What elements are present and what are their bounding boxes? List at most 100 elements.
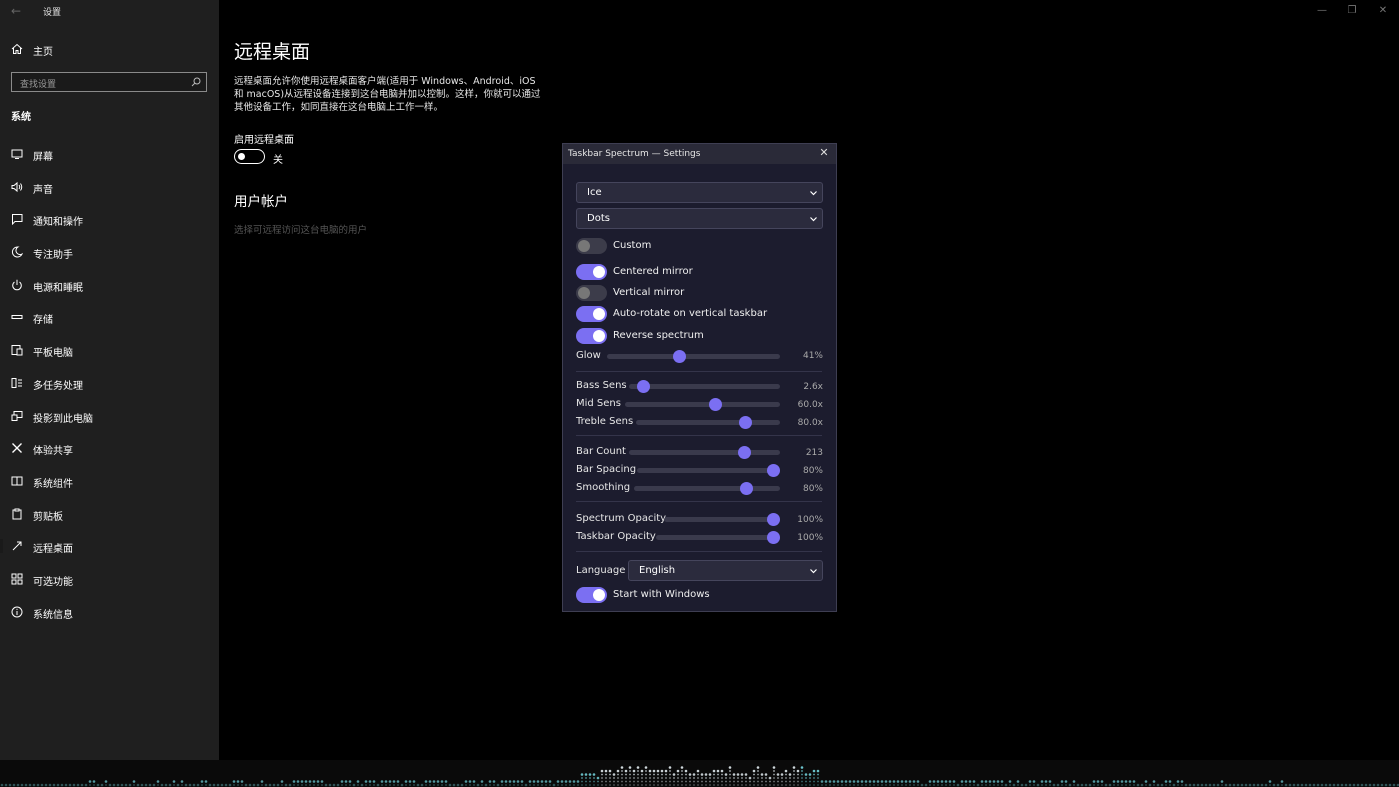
spectrum-dot [544, 780, 548, 783]
spectrum-dot [973, 784, 975, 786]
spectrum-dot [388, 780, 392, 783]
spectrum-dot [645, 784, 647, 786]
spectrum-dot [745, 784, 747, 786]
smoothing-slider[interactable] [634, 482, 780, 495]
slider-thumb[interactable] [739, 416, 753, 429]
spectrum-dot [1332, 783, 1336, 787]
centered-mirror-toggle[interactable] [576, 264, 607, 280]
spectrum-dot [496, 783, 500, 787]
close-window-icon[interactable]: ✕ [1376, 4, 1390, 18]
spectrum-dot [633, 784, 635, 786]
spectrum-dot [596, 776, 600, 780]
spectrum-dot [865, 784, 867, 786]
reverse-spectrum-toggle[interactable] [576, 328, 607, 344]
slider-thumb[interactable] [708, 398, 722, 411]
spectrum-dot [944, 780, 948, 783]
spectrum-dot [693, 780, 695, 783]
search-icon[interactable] [191, 77, 201, 87]
sidebar-item-clipboard[interactable]: 剪贴板 [0, 503, 219, 536]
spectrum-dot [593, 777, 595, 779]
custom-toggle[interactable] [576, 238, 607, 254]
treble-sens-slider[interactable] [636, 416, 780, 429]
bass-sens-slider[interactable] [629, 380, 780, 393]
sidebar-item-multitasking[interactable]: 多任务处理 [0, 372, 219, 405]
glow-slider[interactable] [607, 350, 780, 363]
spectrum-dot [701, 777, 703, 779]
taskbar-spectrum-settings-dialog: Taskbar Spectrum — Settings ✕ Ice Dots C… [562, 143, 837, 612]
close-icon[interactable]: ✕ [818, 147, 830, 159]
sidebar-item-remote-desktop[interactable]: 远程桌面 [0, 535, 219, 568]
spectrum-dot [721, 773, 723, 776]
vertical-mirror-toggle[interactable] [576, 285, 607, 301]
sidebar-item-project[interactable]: 投影到此电脑 [0, 405, 219, 438]
sidebar-item-storage[interactable]: 存储 [0, 306, 219, 339]
style-dropdown[interactable]: Dots [576, 208, 823, 229]
taskbar-opacity-slider[interactable] [656, 531, 780, 544]
spectrum-dot [1145, 784, 1147, 786]
spectrum-opacity-slider[interactable] [664, 513, 780, 526]
mid-sens-slider[interactable] [625, 398, 780, 411]
slider-thumb[interactable] [767, 531, 780, 544]
bar-spacing-label: Bar Spacing [576, 464, 637, 475]
sidebar-item-system-components[interactable]: 系统组件 [0, 470, 219, 503]
language-dropdown[interactable]: English [628, 560, 823, 581]
spectrum-dot [492, 780, 496, 783]
taskbar-opacity-value: 100% [797, 533, 823, 543]
spectrum-dot [1084, 783, 1088, 787]
spectrum-dot [665, 784, 667, 786]
spectrum-dot [345, 784, 347, 786]
slider-thumb[interactable] [637, 380, 651, 393]
speaker-icon [11, 181, 23, 192]
slider-thumb[interactable] [738, 446, 752, 459]
spectrum-dot [484, 783, 488, 787]
spectrum-dot [357, 784, 359, 786]
sidebar-item-about[interactable]: 系统信息 [0, 601, 219, 634]
sidebar-item-optional-features[interactable]: 可选功能 [0, 568, 219, 601]
slider-thumb[interactable] [767, 464, 780, 477]
spectrum-dot [1121, 784, 1123, 786]
spectrum-dot [504, 780, 508, 783]
sidebar-item-sound[interactable]: 声音 [0, 176, 219, 209]
spectrum-dot [689, 777, 691, 779]
slider-thumb[interactable] [767, 513, 780, 526]
spectrum-dot [509, 784, 511, 786]
sidebar-item-display[interactable]: 屏幕 [0, 143, 219, 176]
search-input[interactable]: 查找设置 [11, 72, 207, 92]
sidebar-item-tablet[interactable]: 平板电脑 [0, 339, 219, 372]
spectrum-dot [789, 780, 791, 783]
spectrum-dot [685, 777, 687, 779]
sidebar-item-shared-experiences[interactable]: 体验共享 [0, 437, 219, 470]
taskbar-opacity-label: Taskbar Opacity [576, 531, 656, 542]
spectrum-dot [1221, 784, 1223, 786]
spectrum-dot [1380, 783, 1384, 787]
spectrum-dot [665, 777, 667, 779]
spectrum-dot [813, 780, 815, 783]
bar-spacing-slider[interactable] [637, 464, 780, 477]
sidebar-item-focus-assist[interactable]: 专注助手 [0, 241, 219, 274]
sidebar-item-label: 远程桌面 [33, 544, 73, 556]
back-arrow-icon[interactable]: ← [8, 3, 24, 19]
auto-rotate-toggle[interactable] [576, 306, 607, 322]
spectrum-dot [757, 773, 759, 776]
sidebar-item-label: 系统信息 [33, 609, 73, 621]
sidebar-item-power[interactable]: 电源和睡眠 [0, 274, 219, 307]
bar-count-slider[interactable] [629, 446, 780, 459]
spectrum-visualizer [0, 766, 1399, 787]
slider-thumb[interactable] [672, 350, 686, 363]
theme-dropdown[interactable]: Ice [576, 182, 823, 203]
start-with-windows-toggle[interactable] [576, 587, 607, 603]
spectrum-dot [729, 777, 731, 779]
spectrum-dot [721, 780, 723, 783]
minimize-icon[interactable]: — [1315, 4, 1329, 18]
slider-thumb[interactable] [740, 482, 754, 495]
sidebar-home[interactable]: 主页 [0, 40, 219, 60]
restore-icon[interactable]: ❐ [1345, 4, 1359, 18]
spectrum-dot [1268, 780, 1272, 783]
spectrum-dot [785, 777, 787, 779]
spectrum-dot [885, 784, 887, 786]
enable-remote-desktop-toggle[interactable] [234, 149, 265, 164]
select-users-link[interactable]: 选择可远程访问这台电脑的用户 [234, 222, 367, 236]
spectrum-dot [817, 780, 819, 783]
sidebar-item-notifications[interactable]: 通知和操作 [0, 208, 219, 241]
spectrum-dot [701, 780, 703, 783]
